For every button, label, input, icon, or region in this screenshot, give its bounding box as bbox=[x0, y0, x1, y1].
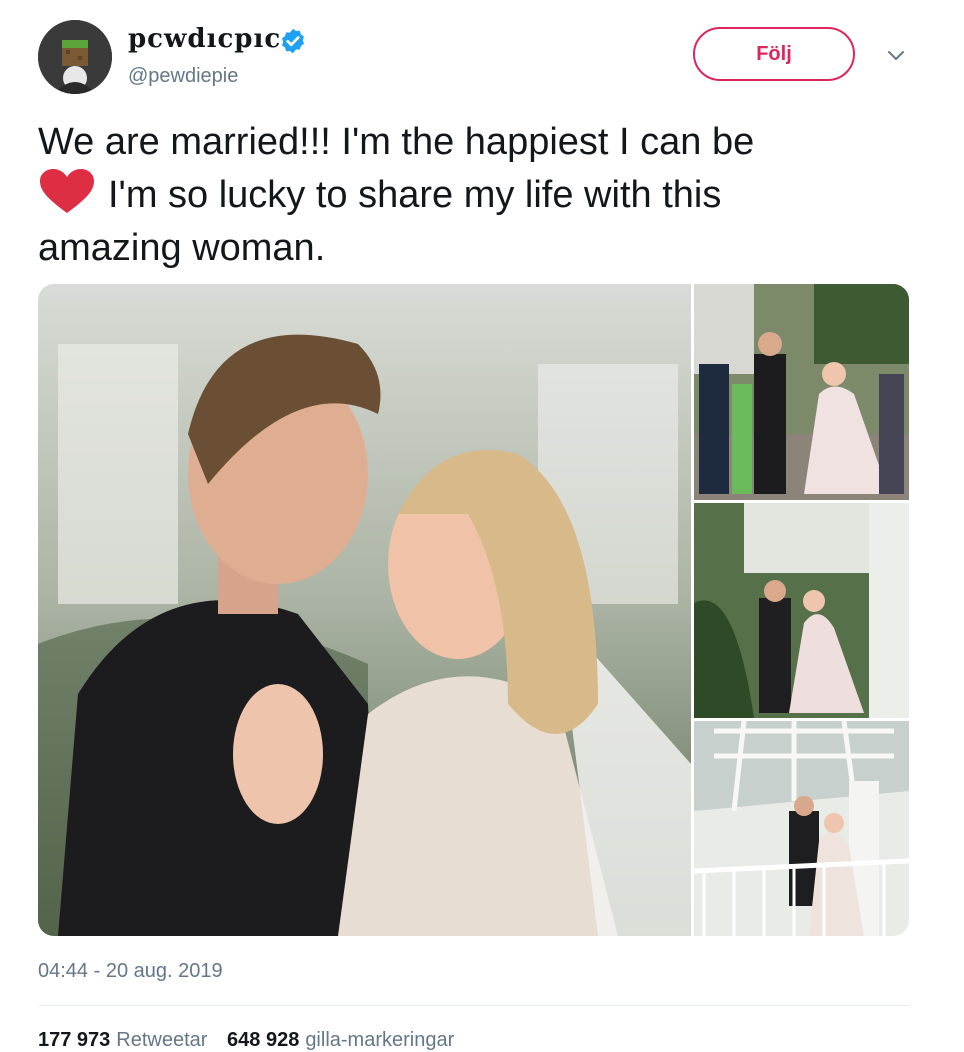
photo-couple-balcony-greenhouse[interactable] bbox=[694, 721, 909, 936]
avatar[interactable] bbox=[38, 20, 112, 94]
tweet-line-2: I'm so lucky to share my life with this bbox=[38, 169, 918, 222]
likes-stat[interactable]: 648 928 gilla-markeringar bbox=[227, 1029, 468, 1051]
tweet-line-3: amazing woman. bbox=[38, 227, 326, 269]
tweet-text: We are married!!! I'm the happiest I can… bbox=[38, 116, 918, 275]
media-grid bbox=[38, 284, 909, 936]
retweets-label: Retweetar bbox=[116, 1029, 208, 1051]
tweet-line-2-text: I'm so lucky to share my life with this bbox=[108, 174, 722, 216]
divider bbox=[38, 1005, 909, 1006]
verified-badge-icon bbox=[282, 28, 304, 54]
red-heart-icon bbox=[40, 169, 94, 213]
photo-couple-walking-crowd[interactable] bbox=[694, 284, 909, 500]
tweet-line-1: We are married!!! I'm the happiest I can… bbox=[38, 121, 755, 163]
grass-block-avatar-icon bbox=[38, 20, 112, 94]
display-name[interactable]: pcwdıcpıc bbox=[128, 24, 281, 54]
chevron-down-icon[interactable] bbox=[886, 48, 906, 64]
user-handle[interactable]: @pewdiepie bbox=[128, 65, 238, 88]
likes-label: gilla-markeringar bbox=[305, 1029, 455, 1051]
follow-button[interactable]: Följ bbox=[693, 27, 855, 81]
retweets-stat[interactable]: 177 973 Retweetar bbox=[38, 1029, 221, 1051]
tweet-timestamp[interactable]: 04:44 - 20 aug. 2019 bbox=[38, 960, 223, 983]
retweets-count: 177 973 bbox=[38, 1029, 111, 1051]
photo-couple-closeup[interactable] bbox=[38, 284, 691, 936]
photo-couple-stairs-greenhouse[interactable] bbox=[694, 503, 909, 718]
likes-count: 648 928 bbox=[227, 1029, 300, 1051]
